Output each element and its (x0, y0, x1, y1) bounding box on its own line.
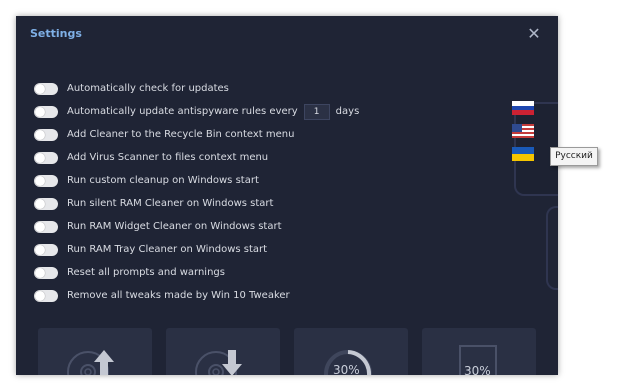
disc-upload-icon (67, 350, 114, 375)
setting-label: Run RAM Widget Cleaner on Windows start (67, 221, 282, 232)
setting-row-ram-widget-cleaner: Run RAM Widget Cleaner on Windows start (34, 215, 359, 238)
setting-row-ram-tray-cleaner: Run RAM Tray Cleaner on Windows start (34, 238, 359, 261)
setting-label: Add Virus Scanner to files context menu (67, 152, 269, 163)
ram-cleaner-button[interactable]: 30% (294, 328, 408, 375)
setting-label: Run RAM Tray Cleaner on Windows start (67, 244, 268, 255)
toggle-switch[interactable] (34, 220, 58, 233)
toggle-switch[interactable] (34, 105, 58, 118)
setting-row-reset-prompts: Reset all prompts and warnings (34, 261, 359, 284)
toggle-switch[interactable] (34, 197, 58, 210)
setting-row-custom-cleanup: Run custom cleanup on Windows start (34, 169, 359, 192)
toggle-switch[interactable] (34, 289, 58, 302)
toggle-switch[interactable] (34, 266, 58, 279)
language-tooltip: Русский (550, 147, 598, 166)
toggle-switch[interactable] (34, 174, 58, 187)
setting-label: Run custom cleanup on Windows start (67, 175, 259, 186)
dialog-title: Settings (30, 27, 82, 40)
ukrainian-flag-icon[interactable] (512, 147, 534, 161)
setting-label: Add Cleaner to the Recycle Bin context m… (67, 129, 295, 140)
setting-row-recycle-bin-menu: Add Cleaner to the Recycle Bin context m… (34, 123, 359, 146)
toggle-switch[interactable] (34, 82, 58, 95)
setting-label: Remove all tweaks made by Win 10 Tweaker (67, 290, 290, 301)
setting-label: Reset all prompts and warnings (67, 267, 225, 278)
ram-percent-label: 30% (464, 364, 491, 375)
ram-percent-label: 30% (333, 363, 360, 375)
days-suffix: days (335, 106, 360, 117)
backup-button[interactable] (38, 328, 152, 375)
setting-row-remove-tweaks: Remove all tweaks made by Win 10 Tweaker (34, 284, 359, 307)
toggle-switch[interactable] (34, 128, 58, 141)
setting-label: Automatically check for updates (67, 83, 229, 94)
ram-widget-button[interactable]: 30% (422, 328, 536, 375)
disc-download-icon (195, 350, 242, 375)
toggle-switch[interactable] (34, 151, 58, 164)
restore-button[interactable] (166, 328, 280, 375)
toggle-switch[interactable] (34, 243, 58, 256)
setting-label: Automatically update antispyware rules e… (67, 106, 298, 117)
side-panel-tab[interactable] (546, 206, 558, 290)
setting-row-silent-ram-cleaner: Run silent RAM Cleaner on Windows start (34, 192, 359, 215)
days-input[interactable]: 1 (303, 103, 330, 120)
close-button[interactable]: ✕ (524, 24, 544, 44)
settings-list: Automatically check for updates Automati… (34, 77, 359, 307)
setting-row-virus-scanner-menu: Add Virus Scanner to files context menu (34, 146, 359, 169)
us-flag-icon[interactable] (512, 124, 534, 138)
settings-dialog: Settings ✕ Automatically check for updat… (16, 16, 558, 375)
russian-flag-icon[interactable] (512, 101, 534, 115)
setting-label: Run silent RAM Cleaner on Windows start (67, 198, 274, 209)
setting-row-check-updates: Automatically check for updates (34, 77, 359, 100)
setting-row-antispyware-updates: Automatically update antispyware rules e… (34, 100, 359, 123)
